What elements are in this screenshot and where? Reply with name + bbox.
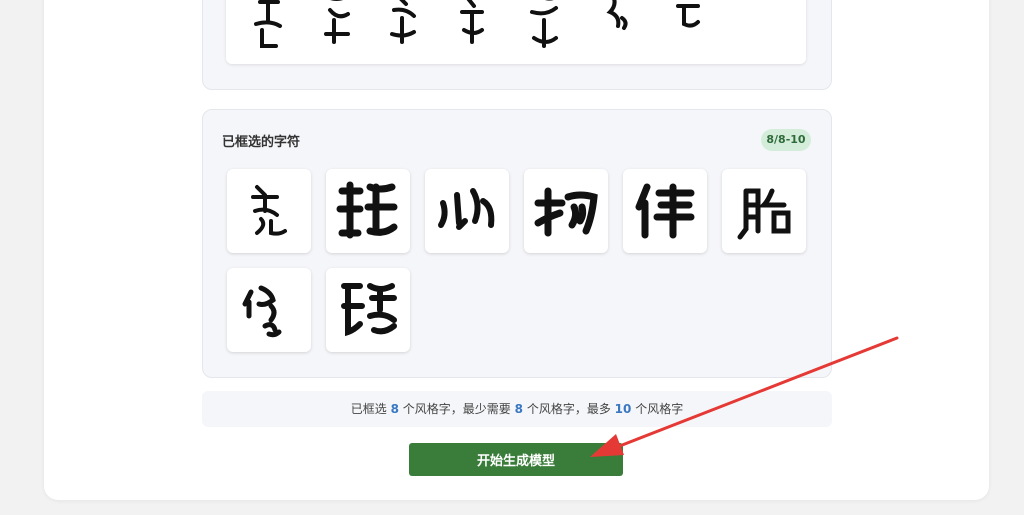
char-tile-6[interactable] — [722, 169, 806, 253]
char-tile-8[interactable] — [326, 268, 410, 352]
char-glyph-1 — [251, 185, 287, 236]
info-mid2: 个风格字，最多 — [526, 402, 611, 416]
selected-chars-title: 已框选的字符 — [222, 135, 301, 150]
char-glyph-8 — [341, 283, 397, 337]
info-count: 8 — [390, 402, 399, 416]
char-glyph-6 — [737, 188, 791, 240]
info-min: 8 — [514, 402, 523, 416]
info-prefix: 已框选 — [350, 402, 387, 416]
info-suffix: 个风格字 — [635, 402, 684, 416]
selection-count-badge: 8/8-10 — [761, 129, 811, 151]
char-glyph-5 — [635, 183, 695, 239]
char-glyph-3 — [438, 188, 495, 230]
generate-model-button[interactable]: 开始生成模型 — [409, 443, 623, 476]
char-tile-3[interactable] — [425, 169, 509, 253]
source-calligraphy-image[interactable] — [226, 0, 806, 64]
char-tile-7[interactable] — [227, 268, 311, 352]
char-tile-1[interactable] — [227, 169, 311, 253]
char-tile-2[interactable] — [326, 169, 410, 253]
char-glyph-2 — [336, 181, 398, 239]
selection-info-bar: 已框选 8 个风格字，最少需要 8 个风格字，最多 10 个风格字 — [202, 391, 832, 427]
char-glyph-4 — [534, 187, 598, 237]
info-max: 10 — [614, 402, 632, 416]
char-tile-5[interactable] — [623, 169, 707, 253]
char-tile-4[interactable] — [524, 169, 608, 253]
info-mid1: 个风格字，最少需要 — [402, 402, 511, 416]
calligraphy-strokes — [254, 0, 700, 48]
char-glyph-7 — [242, 285, 282, 338]
